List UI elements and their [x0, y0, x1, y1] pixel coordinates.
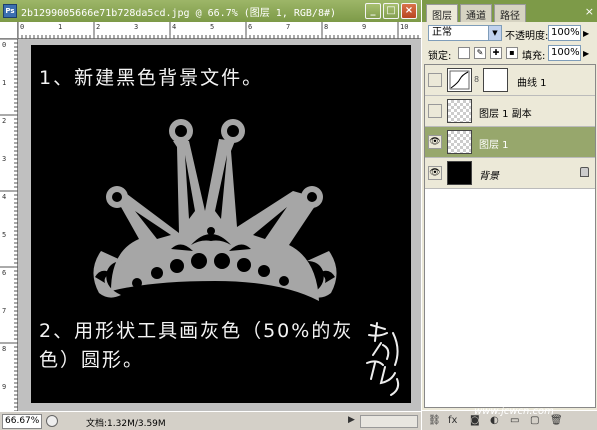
layers-panel: 图层 通道 路径 × 正常 ▼ 不透明度: 100% ▶ 锁定: ✎ ✚ ▪ 填… — [421, 0, 597, 430]
layer-mask-thumbnail[interactable] — [483, 68, 508, 92]
status-info-icon[interactable] — [46, 415, 58, 427]
ruler-label: 7 — [2, 307, 7, 315]
horizontal-ruler[interactable]: 0 1 2 3 4 5 6 7 8 9 10 — [18, 22, 421, 39]
ruler-label: 6 — [2, 269, 7, 277]
layer-background[interactable]: 👁 背景 — [425, 158, 595, 189]
blend-mode-select[interactable]: 正常 ▼ — [428, 25, 502, 41]
ruler-label: 0 — [20, 23, 25, 31]
blend-mode-value: 正常 — [432, 27, 452, 38]
lock-image-icon[interactable]: ✎ — [474, 47, 486, 59]
layer-thumbnail — [447, 99, 472, 123]
layer-layer-1-copy[interactable]: 图层 1 副本 — [425, 96, 595, 127]
zoom-level-field[interactable]: 66.67% — [2, 414, 42, 429]
ruler-label: 1 — [2, 79, 7, 87]
crown-shape — [93, 119, 337, 301]
blend-opacity-row: 正常 ▼ 不透明度: 100% ▶ — [422, 25, 597, 43]
ruler-label: 3 — [134, 23, 139, 31]
ruler-label: 3 — [2, 155, 7, 163]
canvas-workarea[interactable]: 1、新建黑色背景文件。 2、用形状工具画灰色（50%的灰 色）圆形。 — [18, 39, 421, 411]
photoshop-icon: Ps — [3, 4, 17, 18]
step-2-text: 2、用形状工具画灰色（50%的灰 — [39, 320, 354, 342]
step-1-text: 1、新建黑色背景文件。 — [39, 67, 264, 89]
lock-position-icon[interactable]: ✚ — [490, 47, 502, 59]
opacity-label: 不透明度: — [505, 31, 549, 42]
fill-field[interactable]: 100% — [548, 45, 581, 61]
signature-logo — [366, 322, 400, 396]
eye-icon[interactable]: 👁 — [428, 166, 442, 180]
lock-all-icon[interactable]: ▪ — [506, 47, 518, 59]
ruler-label: 9 — [2, 383, 7, 391]
ruler-label: 4 — [2, 193, 7, 201]
curves-thumbnail-icon — [447, 68, 472, 92]
image-canvas[interactable]: 1、新建黑色背景文件。 2、用形状工具画灰色（50%的灰 色）圆形。 — [31, 45, 411, 403]
layer-name[interactable]: 图层 1 — [479, 136, 509, 151]
eye-icon[interactable]: 👁 — [428, 135, 442, 149]
ruler-label: 2 — [2, 117, 7, 125]
tab-channels[interactable]: 通道 — [460, 4, 492, 22]
ruler-corner[interactable] — [0, 22, 18, 39]
tab-layers[interactable]: 图层 — [426, 4, 458, 22]
panel-tabs: 图层 通道 路径 × — [422, 0, 597, 22]
status-menu-arrow-icon[interactable]: ▶ — [348, 415, 355, 425]
lock-fill-row: 锁定: ✎ ✚ ▪ 填充: 100% ▶ — [422, 45, 597, 63]
ruler-label: 8 — [2, 345, 7, 353]
layer-layer-1[interactable]: 👁 图层 1 — [425, 127, 595, 158]
step-2-text-cont: 色）圆形。 — [39, 349, 145, 371]
layer-curves-1[interactable]: 8 曲线 1 — [425, 65, 595, 96]
ruler-label: 4 — [172, 23, 177, 31]
document-titlebar[interactable]: Ps 2b1299005666e71b728da5cd.jpg @ 66.7% … — [0, 0, 421, 22]
lock-icon — [580, 167, 589, 177]
layer-thumbnail — [447, 161, 472, 185]
panel-close-icon[interactable]: × — [585, 5, 594, 18]
close-button[interactable]: × — [401, 3, 417, 19]
layers-list[interactable]: 8 曲线 1 图层 1 副本 👁 图层 1 👁 背景 — [424, 64, 596, 408]
ruler-label: 10 — [400, 23, 409, 31]
ruler-label: 8 — [324, 23, 329, 31]
ruler-ticks-v — [0, 39, 18, 411]
ruler-ticks-h — [18, 22, 419, 39]
fill-label: 填充: — [522, 51, 546, 62]
maximize-button[interactable]: □ — [383, 3, 399, 19]
lock-label: 锁定: — [428, 51, 452, 62]
ruler-label: 6 — [248, 23, 253, 31]
ruler-label: 5 — [2, 231, 7, 239]
visibility-toggle[interactable] — [428, 104, 442, 118]
layer-thumbnail — [447, 130, 472, 154]
visibility-toggle[interactable] — [428, 73, 442, 87]
minimize-button[interactable]: _ — [365, 3, 381, 19]
ruler-label: 5 — [210, 23, 215, 31]
layer-name[interactable]: 背景 — [479, 167, 499, 182]
chevron-down-icon: ▼ — [488, 26, 501, 40]
horizontal-scrollbar[interactable] — [360, 415, 418, 428]
layer-name[interactable]: 曲线 1 — [517, 74, 547, 89]
ruler-label: 9 — [362, 23, 367, 31]
document-size-info[interactable]: 文档:1.32M/3.59M — [86, 416, 166, 429]
ruler-label: 7 — [286, 23, 291, 31]
lock-transparency-icon[interactable] — [458, 47, 470, 59]
ruler-label: 1 — [58, 23, 63, 31]
opacity-field[interactable]: 100% — [548, 25, 581, 41]
ruler-label: 2 — [96, 23, 101, 31]
watermark: www.jcwcn.com — [474, 406, 554, 417]
link-layers-icon[interactable]: ⛓ — [428, 415, 441, 426]
opacity-arrow-icon[interactable]: ▶ — [583, 29, 589, 38]
status-bar: 66.67% 文档:1.32M/3.59M ▶ — [0, 411, 421, 430]
document-title: 2b1299005666e71b728da5cd.jpg @ 66.7% (图层… — [21, 8, 337, 19]
link-icon: 8 — [474, 75, 480, 84]
document-window: Ps 2b1299005666e71b728da5cd.jpg @ 66.7% … — [0, 0, 421, 430]
vertical-ruler[interactable]: 0 1 2 3 4 5 6 7 8 9 — [0, 39, 18, 411]
fill-arrow-icon[interactable]: ▶ — [583, 49, 589, 58]
tab-paths[interactable]: 路径 — [494, 4, 526, 22]
fx-icon[interactable]: fx — [448, 415, 457, 426]
layer-name[interactable]: 图层 1 副本 — [479, 105, 532, 120]
ruler-label: 0 — [2, 41, 7, 49]
